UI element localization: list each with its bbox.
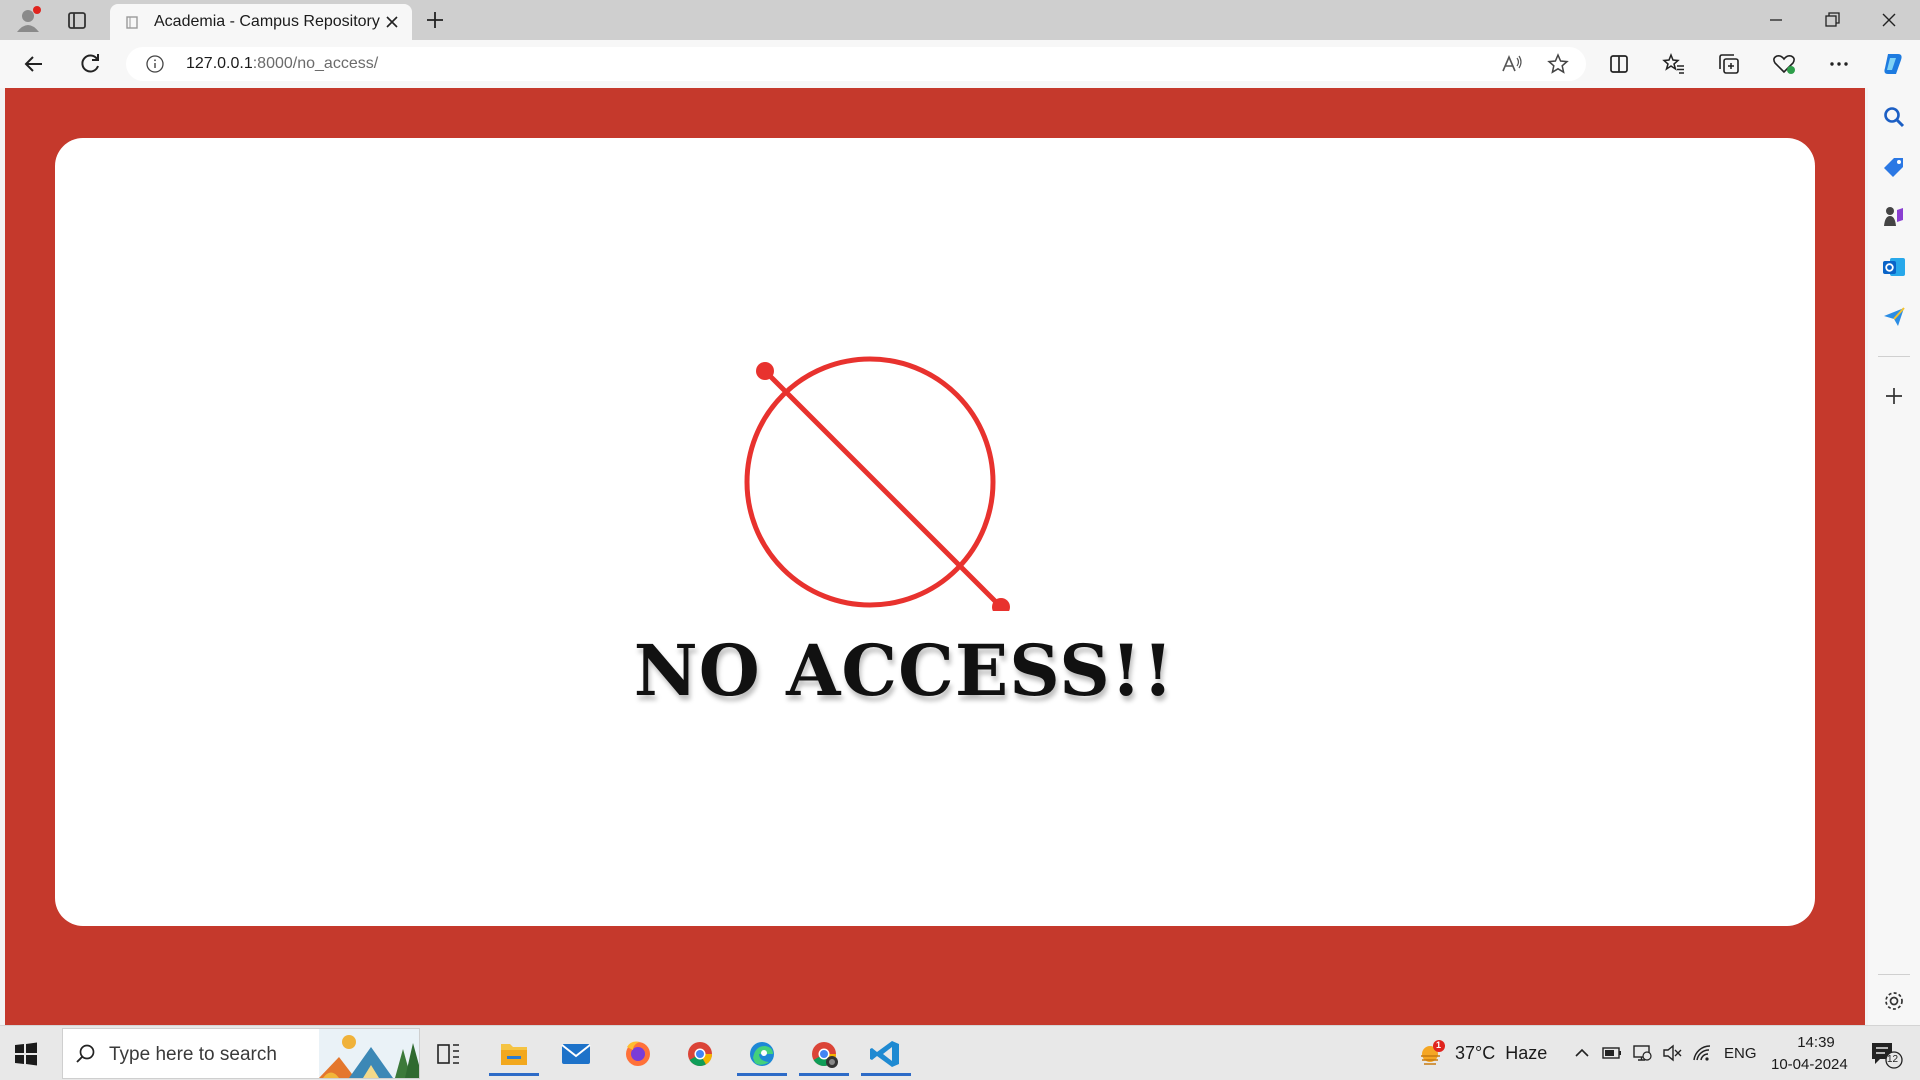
favorites-icon[interactable] [1660, 50, 1688, 78]
send-icon[interactable] [1881, 304, 1907, 330]
shopping-tag-icon[interactable] [1881, 154, 1907, 180]
search-placeholder: Type here to search [109, 1044, 277, 1065]
firefox-icon[interactable] [613, 1032, 663, 1076]
browser-toolbar: 127.0.0.1:8000/no_access/ [0, 40, 1920, 88]
restore-icon[interactable] [1818, 8, 1846, 32]
sidebar-settings-icon[interactable] [1881, 988, 1907, 1014]
display-icon[interactable] [1631, 1042, 1653, 1064]
favorite-star-icon[interactable] [1546, 52, 1570, 76]
split-screen-icon[interactable] [1605, 50, 1633, 78]
windows-start-icon[interactable] [12, 1040, 40, 1068]
no-access-icon [735, 331, 1025, 616]
minimize-icon[interactable] [1762, 8, 1790, 32]
url-host: 127.0.0.1 [186, 55, 253, 72]
chrome-profile-icon[interactable] [799, 1032, 849, 1076]
close-tab-icon[interactable] [382, 12, 402, 32]
sidebar-divider [1878, 974, 1910, 975]
chrome-icon[interactable] [675, 1032, 725, 1076]
edge-sidebar [1868, 88, 1920, 1025]
weather-alert-badge: 1 [1436, 1040, 1442, 1050]
taskbar-search-box[interactable]: Type here to search [62, 1028, 420, 1079]
new-tab-button[interactable] [423, 8, 447, 32]
show-hidden-icons-icon[interactable] [1571, 1042, 1593, 1064]
volume-muted-icon[interactable] [1661, 1042, 1683, 1064]
search-icon[interactable] [1881, 104, 1907, 130]
notification-count: 12 [1887, 1054, 1899, 1065]
mail-icon[interactable] [551, 1032, 601, 1076]
search-icon [75, 1043, 97, 1065]
site-info-icon[interactable] [146, 55, 164, 73]
add-sidebar-app-icon[interactable] [1881, 383, 1907, 409]
notification-center-icon[interactable]: 12 [1868, 1038, 1904, 1070]
battery-icon[interactable] [1601, 1042, 1623, 1064]
wifi-icon[interactable] [1691, 1042, 1713, 1064]
windows-taskbar: Type here to search 1 37°C Haze ENG 14:3… [0, 1025, 1920, 1080]
search-highlight-image [319, 1029, 419, 1078]
weather-text[interactable]: 37°C Haze [1455, 1043, 1547, 1064]
browser-essentials-icon[interactable] [1770, 50, 1798, 78]
clock-time[interactable]: 14:39 [1788, 1034, 1844, 1051]
content-card [55, 138, 1815, 926]
task-view-icon[interactable] [423, 1032, 473, 1076]
outlook-icon[interactable] [1881, 254, 1907, 280]
edge-icon[interactable] [737, 1032, 787, 1076]
address-bar[interactable]: 127.0.0.1:8000/no_access/ [126, 47, 1586, 81]
language-indicator[interactable]: ENG [1724, 1045, 1757, 1062]
collections-icon[interactable] [1715, 50, 1743, 78]
read-aloud-icon[interactable] [1500, 53, 1524, 75]
url-text[interactable]: 127.0.0.1:8000/no_access/ [186, 55, 378, 73]
file-explorer-icon[interactable] [489, 1032, 539, 1076]
games-icon[interactable] [1881, 204, 1907, 230]
copilot-icon[interactable] [1879, 50, 1907, 78]
clock-date[interactable]: 10-04-2024 [1771, 1056, 1848, 1073]
vscode-icon[interactable] [861, 1032, 911, 1076]
page-favicon-icon [126, 16, 138, 29]
running-indicator [489, 1073, 539, 1076]
tab-title: Academia - Campus Repository [154, 13, 380, 30]
tab-active[interactable]: Academia - Campus Repository [110, 4, 412, 40]
sidebar-divider [1878, 356, 1910, 357]
url-path: :8000/no_access/ [252, 55, 379, 72]
running-indicator [799, 1073, 849, 1076]
running-indicator [861, 1073, 911, 1076]
weather-icon[interactable]: 1 [1418, 1038, 1446, 1068]
running-indicator [737, 1073, 787, 1076]
more-options-icon[interactable] [1825, 50, 1853, 78]
refresh-icon[interactable] [76, 50, 104, 78]
browser-titlebar: Academia - Campus Repository [0, 0, 1920, 40]
tab-actions-icon[interactable] [60, 6, 92, 34]
profile-icon[interactable] [12, 6, 44, 34]
back-icon[interactable] [20, 50, 48, 78]
page-viewport [5, 88, 1865, 1025]
close-window-icon[interactable] [1875, 8, 1903, 32]
